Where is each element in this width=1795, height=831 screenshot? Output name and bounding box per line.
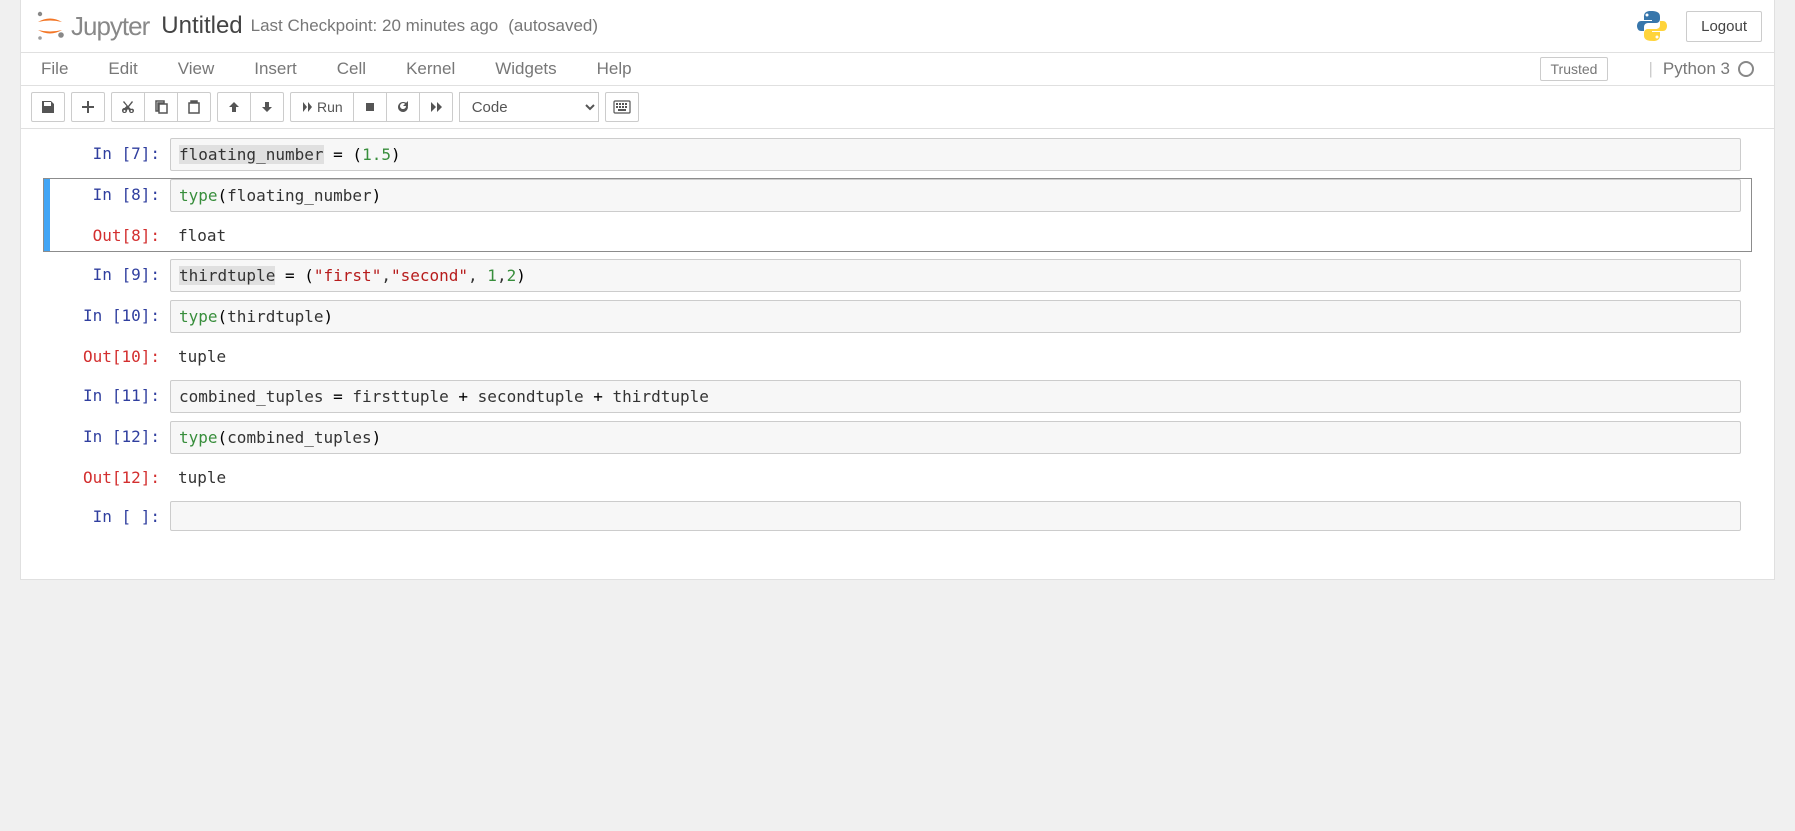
- plus-icon: [81, 100, 95, 114]
- python-logo-icon: [1634, 8, 1670, 44]
- code-cell[interactable]: In [7]:floating_number = (1.5): [43, 137, 1752, 172]
- restart-button[interactable]: [386, 92, 420, 122]
- code-cell[interactable]: In [9]:thirdtuple = ("first","second", 1…: [43, 258, 1752, 293]
- menu-cell[interactable]: Cell: [337, 59, 366, 79]
- run-icon: [301, 101, 313, 113]
- fast-forward-icon: [429, 100, 443, 114]
- toolbar: Run Code: [21, 86, 1774, 129]
- code-input[interactable]: type(combined_tuples): [170, 421, 1741, 454]
- notebook-window: Jupyter Untitled Last Checkpoint: 20 min…: [20, 0, 1775, 580]
- notebook-title[interactable]: Untitled: [161, 12, 242, 40]
- output-text: float: [170, 220, 1751, 251]
- input-prompt: In [12]:: [50, 421, 170, 452]
- move-up-button[interactable]: [217, 92, 251, 122]
- menu-help[interactable]: Help: [597, 59, 632, 79]
- restart-run-all-button[interactable]: [419, 92, 453, 122]
- kernel-name[interactable]: Python 3: [1663, 59, 1730, 79]
- code-cell[interactable]: In [8]:type(floating_number)Out[8]:float: [43, 178, 1752, 252]
- keyboard-icon: [613, 100, 631, 114]
- menubar: File Edit View Insert Cell Kernel Widget…: [21, 52, 1774, 86]
- input-prompt: In [7]:: [50, 138, 170, 169]
- input-prompt: In [9]:: [50, 259, 170, 290]
- menu-edit[interactable]: Edit: [108, 59, 137, 79]
- input-prompt: In [11]:: [50, 380, 170, 411]
- arrow-down-icon: [260, 100, 274, 114]
- arrow-up-icon: [227, 100, 241, 114]
- jupyter-logo-text: Jupyter: [71, 11, 149, 42]
- code-input[interactable]: type(thirdtuple): [170, 300, 1741, 333]
- jupyter-logo[interactable]: Jupyter: [33, 9, 149, 43]
- trusted-indicator[interactable]: Trusted: [1540, 57, 1609, 81]
- interrupt-button[interactable]: [353, 92, 387, 122]
- autosave-status: (autosaved): [508, 16, 598, 36]
- restart-icon: [396, 100, 410, 114]
- logout-button[interactable]: Logout: [1686, 11, 1762, 42]
- output-prompt: Out[10]:: [50, 341, 170, 372]
- header: Jupyter Untitled Last Checkpoint: 20 min…: [21, 0, 1774, 52]
- run-label: Run: [317, 99, 343, 115]
- move-down-button[interactable]: [250, 92, 284, 122]
- cell-type-select[interactable]: Code: [459, 92, 599, 122]
- menu-kernel[interactable]: Kernel: [406, 59, 455, 79]
- code-cell[interactable]: In [12]:type(combined_tuples)Out[12]:tup…: [43, 420, 1752, 494]
- paste-button[interactable]: [177, 92, 211, 122]
- menu-widgets[interactable]: Widgets: [495, 59, 556, 79]
- kernel-status-icon: [1738, 61, 1754, 77]
- code-cell[interactable]: In [10]:type(thirdtuple)Out[10]:tuple: [43, 299, 1752, 373]
- cut-icon: [120, 99, 136, 115]
- input-prompt: In [ ]:: [50, 501, 170, 532]
- jupyter-logo-icon: [33, 9, 67, 43]
- code-input[interactable]: thirdtuple = ("first","second", 1,2): [170, 259, 1741, 292]
- menu-view[interactable]: View: [178, 59, 215, 79]
- checkpoint-status: Last Checkpoint: 20 minutes ago: [251, 16, 499, 36]
- paste-icon: [186, 99, 202, 115]
- notebook-area[interactable]: In [7]:floating_number = (1.5)In [8]:typ…: [21, 129, 1774, 579]
- code-cell[interactable]: In [ ]:: [43, 500, 1752, 533]
- save-icon: [40, 99, 56, 115]
- run-button[interactable]: Run: [290, 92, 354, 122]
- output-text: tuple: [170, 341, 1751, 372]
- code-input[interactable]: floating_number = (1.5): [170, 138, 1741, 171]
- output-prompt: Out[12]:: [50, 462, 170, 493]
- kernel-indicator: | Python 3: [1648, 59, 1754, 79]
- code-cell[interactable]: In [11]:combined_tuples = firsttuple + s…: [43, 379, 1752, 414]
- save-button[interactable]: [31, 92, 65, 122]
- copy-button[interactable]: [144, 92, 178, 122]
- stop-icon: [364, 101, 376, 113]
- code-input[interactable]: type(floating_number): [170, 179, 1741, 212]
- command-palette-button[interactable]: [605, 92, 639, 122]
- code-input[interactable]: combined_tuples = firsttuple + secondtup…: [170, 380, 1741, 413]
- insert-cell-button[interactable]: [71, 92, 105, 122]
- output-text: tuple: [170, 462, 1751, 493]
- menu-insert[interactable]: Insert: [254, 59, 297, 79]
- menu-file[interactable]: File: [41, 59, 68, 79]
- output-prompt: Out[8]:: [50, 220, 170, 251]
- input-prompt: In [10]:: [50, 300, 170, 331]
- cut-button[interactable]: [111, 92, 145, 122]
- copy-icon: [153, 99, 169, 115]
- input-prompt: In [8]:: [50, 179, 170, 210]
- code-input[interactable]: [170, 501, 1741, 531]
